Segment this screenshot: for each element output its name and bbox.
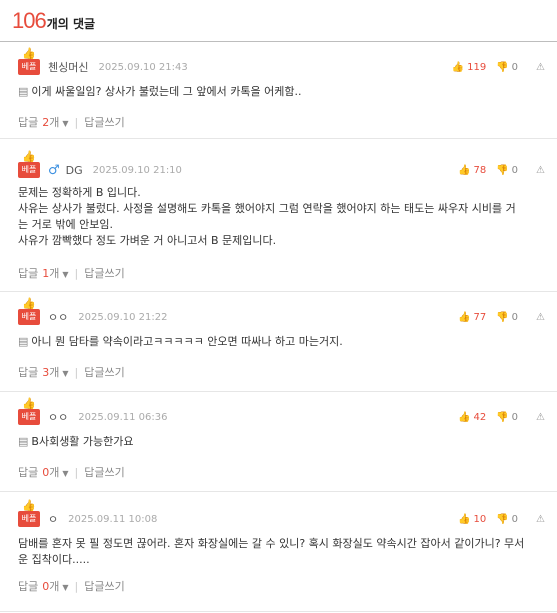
comments-header: 106개의 댓글: [0, 0, 557, 42]
write-reply-link[interactable]: 답글쓰기: [84, 114, 124, 130]
siren-icon: ⚠: [536, 513, 545, 525]
comment-nickname[interactable]: 첸싱머신: [48, 59, 88, 75]
comment-nickname[interactable]: ㅇㅇ: [48, 309, 68, 325]
thumb-down-icon: 👎: [496, 164, 509, 176]
comment-item: 👍 베플 ㅇ 2025.09.11 10:08 👍 10 👎 0 ⚠ 담배를 혼자 못…: [0, 492, 557, 612]
comment-nickname[interactable]: DG: [66, 164, 83, 177]
siren-icon: ⚠: [536, 61, 545, 73]
comment-count: 106: [12, 8, 47, 33]
thumb-up-icon: 👍: [451, 61, 465, 73]
thumb-up-icon: 👍: [22, 297, 36, 310]
replies-toggle[interactable]: 답글 0개 ▼: [18, 464, 69, 480]
downvote-button[interactable]: 👎 0: [496, 312, 518, 323]
caret-down-icon: ▼: [62, 270, 69, 279]
replies-toggle[interactable]: 답글 2개 ▼: [18, 114, 69, 130]
thumb-down-icon: 👎: [496, 311, 509, 323]
comment-body: ▤ 아니 뭔 담타를 약속이라고ㅋㅋㅋㅋㅋ 안오면 따싸나 하고 마는거지.: [18, 335, 343, 348]
comment-date: 2025.09.11 06:36: [78, 411, 168, 423]
thumb-up-icon: 👍: [458, 513, 471, 525]
report-button[interactable]: ⚠: [536, 312, 545, 323]
thumb-up-icon: 👍: [22, 499, 36, 512]
male-icon: ♂: [48, 162, 60, 178]
document-icon: ▤: [18, 85, 29, 98]
divider: |: [74, 365, 79, 379]
document-icon: ▤: [18, 335, 29, 348]
comment-item: 👍 베플 첸싱머신 2025.09.10 21:43 👍 119 👎 0 ⚠ ▤ 이게 …: [0, 42, 557, 139]
report-button[interactable]: ⚠: [536, 514, 545, 525]
best-badge: 👍 베플: [18, 48, 40, 75]
thumb-up-icon: 👍: [22, 150, 36, 163]
thumb-up-icon: 👍: [22, 397, 36, 410]
downvote-button[interactable]: 👎 0: [496, 514, 518, 525]
comment-item: 👍 베플 ♂ DG 2025.09.10 21:10 👍 78 👎 0 ⚠ 문제는 정…: [0, 139, 557, 292]
thumb-up-icon: 👍: [458, 311, 471, 323]
divider: |: [74, 465, 79, 479]
siren-icon: ⚠: [536, 164, 545, 176]
siren-icon: ⚠: [536, 311, 545, 323]
comment-body: 문제는 정확하게 B 입니다. 사유는 상사가 불렀다. 사정을 설명해도 카톡…: [18, 186, 516, 247]
divider: |: [74, 579, 79, 593]
comment-date: 2025.09.11 10:08: [68, 513, 158, 525]
comment-body: ▤ 이게 싸울일임? 상사가 불렀는데 그 앞에서 카톡을 어케함..: [18, 85, 302, 98]
thumb-up-icon: 👍: [458, 411, 471, 423]
replies-toggle[interactable]: 답글 1개 ▼: [18, 265, 69, 281]
comment-date: 2025.09.10 21:22: [78, 311, 168, 323]
downvote-button[interactable]: 👎 0: [496, 165, 518, 176]
comment-nickname[interactable]: ㅇㅇ: [48, 409, 68, 425]
comment-body: 담배를 혼자 못 필 정도면 끊어라. 혼자 화장실에는 갈 수 있니? 혹시 …: [18, 537, 525, 566]
replies-toggle[interactable]: 답글 3개 ▼: [18, 364, 69, 380]
caret-down-icon: ▼: [62, 119, 69, 128]
report-button[interactable]: ⚠: [536, 412, 545, 423]
upvote-button[interactable]: 👍 119: [452, 62, 487, 73]
upvote-button[interactable]: 👍 42: [458, 412, 486, 423]
comment-item: 👍 베플 ㅇㅇ 2025.09.10 21:22 👍 77 👎 0 ⚠ ▤ 아니 뭔 담…: [0, 292, 557, 392]
upvote-button[interactable]: 👍 10: [458, 514, 486, 525]
comment-date: 2025.09.10 21:10: [92, 164, 182, 176]
comment-date: 2025.09.10 21:43: [98, 61, 188, 73]
caret-down-icon: ▼: [62, 469, 69, 478]
caret-down-icon: ▼: [62, 369, 69, 378]
thumb-up-icon: 👍: [22, 47, 36, 60]
upvote-button[interactable]: 👍 78: [458, 165, 486, 176]
write-reply-link[interactable]: 답글쓰기: [84, 265, 124, 281]
downvote-button[interactable]: 👎 0: [496, 62, 518, 73]
write-reply-link[interactable]: 답글쓰기: [84, 364, 124, 380]
document-icon: ▤: [18, 435, 29, 448]
downvote-button[interactable]: 👎 0: [496, 412, 518, 423]
caret-down-icon: ▼: [62, 583, 69, 592]
replies-toggle[interactable]: 답글 0개 ▼: [18, 578, 69, 594]
thumb-down-icon: 👎: [496, 513, 509, 525]
comment-body: ▤ B사회생활 가능한가요: [18, 435, 134, 448]
siren-icon: ⚠: [536, 411, 545, 423]
best-badge: 👍 베플: [18, 151, 40, 178]
thumb-down-icon: 👎: [496, 411, 509, 423]
write-reply-link[interactable]: 답글쓰기: [84, 578, 124, 594]
best-badge: 👍 베플: [18, 500, 40, 527]
thumb-down-icon: 👎: [496, 61, 509, 73]
comment-item: 👍 베플 ㅇㅇ 2025.09.11 06:36 👍 42 👎 0 ⚠ ▤ B사회생활 …: [0, 392, 557, 492]
divider: |: [74, 115, 79, 129]
report-button[interactable]: ⚠: [536, 165, 545, 176]
upvote-button[interactable]: 👍 77: [458, 312, 486, 323]
report-button[interactable]: ⚠: [536, 62, 545, 73]
best-badge: 👍 베플: [18, 298, 40, 325]
best-badge: 👍 베플: [18, 398, 40, 425]
divider: |: [74, 266, 79, 280]
comment-nickname[interactable]: ㅇ: [48, 511, 58, 527]
thumb-up-icon: 👍: [458, 164, 471, 176]
write-reply-link[interactable]: 답글쓰기: [84, 464, 124, 480]
comment-count-label: 개의 댓글: [46, 17, 96, 31]
